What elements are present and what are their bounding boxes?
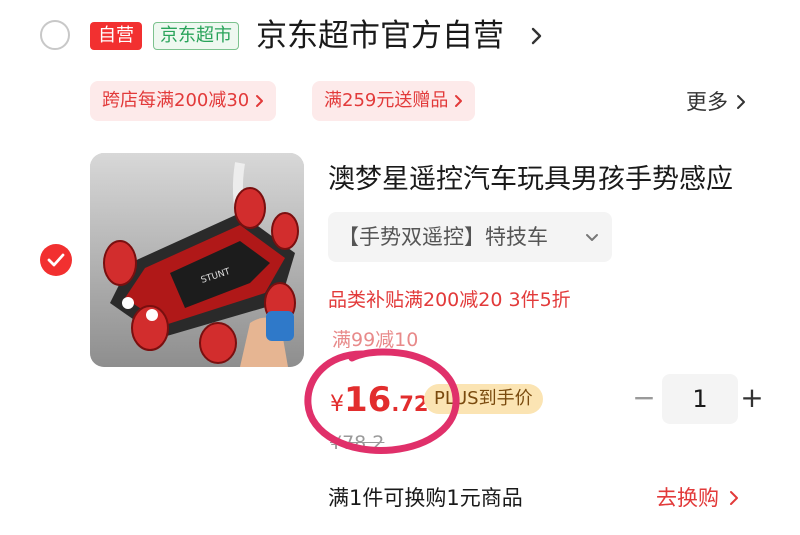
annotation-circle [300,342,470,466]
chevron-right-icon[interactable] [530,24,544,52]
shop-select-radio[interactable] [40,20,70,50]
chevron-right-icon [737,95,745,109]
self-operated-badge: 自营 [90,22,142,50]
check-icon [47,253,65,267]
chevron-right-icon [256,95,264,107]
swap-label: 去换购 [656,486,719,510]
product-title[interactable]: 澳梦星遥控汽车玩具男孩手势感应 [328,160,733,200]
shop-name[interactable]: 京东超市官方自营 [256,16,504,56]
chevron-right-icon [455,95,463,107]
swap-offer-text: 满1件可换购1元商品 [328,486,523,510]
jd-supermarket-badge: 京东超市 [153,22,239,50]
chevron-down-icon [584,229,600,248]
variant-selector[interactable]: 【手势双遥控】特技车 [328,212,612,262]
quantity-decrement-button[interactable]: − [628,376,660,420]
promo-chip-cross-store[interactable]: 跨店每满200减30 [90,81,277,121]
promo-chip-label: 满259元送赠品 [324,90,449,111]
promo-chip-label: 跨店每满200减30 [102,90,250,111]
more-label: 更多 [686,90,728,114]
cart-shop-card: 自营 京东超市 京东超市官方自营 跨店每满200减30 满259元送赠品 更多 [0,0,800,535]
category-subsidy-text: 品类补贴满200减20 3件5折 [328,289,571,311]
quantity-input[interactable] [662,374,738,424]
item-select-checkbox[interactable] [40,244,72,276]
swap-purchase-link[interactable]: 去换购 [656,482,739,514]
variant-label: 【手势双遥控】特技车 [338,225,548,249]
more-promotions-link[interactable]: 更多 [686,86,746,118]
promo-chip-gift[interactable]: 满259元送赠品 [312,81,476,121]
chevron-right-icon [730,491,738,505]
quantity-increment-button[interactable]: + [736,376,768,420]
product-image[interactable]: STUNT [90,153,304,367]
